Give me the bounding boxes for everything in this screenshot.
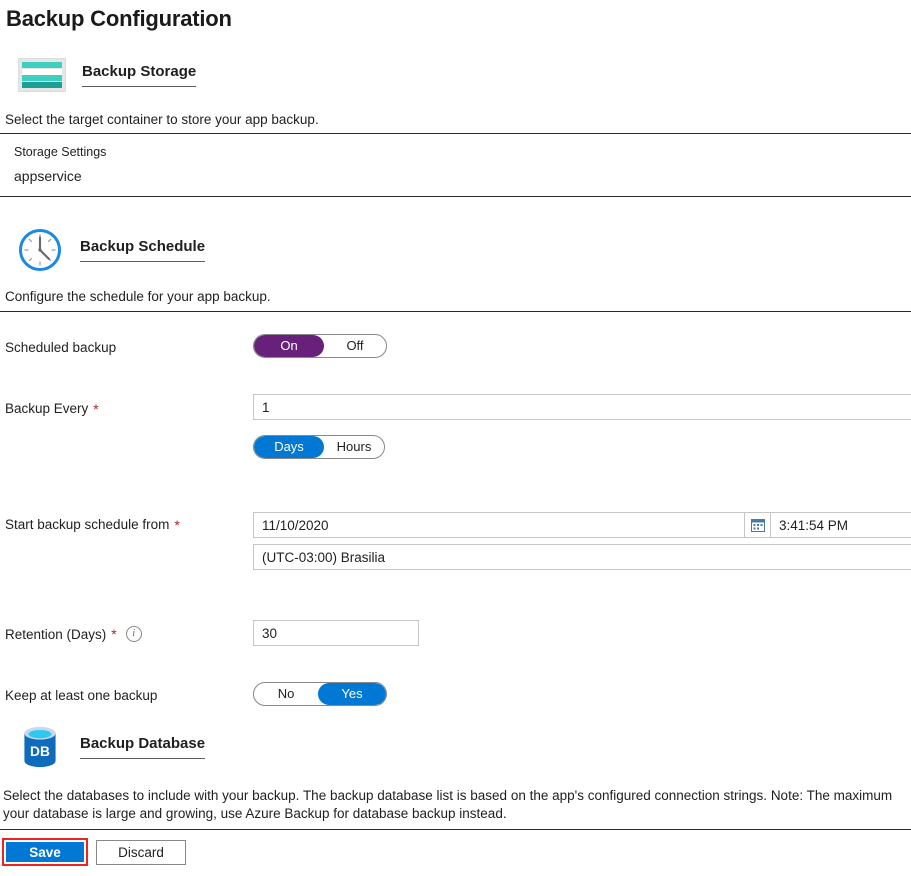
keep-one-backup-toggle[interactable]: No Yes bbox=[253, 682, 387, 706]
timezone-select[interactable]: (UTC-03:00) Brasilia bbox=[253, 544, 911, 570]
database-icon: DB bbox=[24, 726, 56, 768]
retention-input[interactable]: 30 bbox=[253, 620, 419, 646]
backup-database-header: DB Backup Database bbox=[18, 725, 206, 769]
calendar-icon bbox=[750, 519, 765, 532]
backup-every-option-days[interactable]: Days bbox=[254, 436, 324, 458]
divider-footer bbox=[0, 829, 911, 830]
backup-schedule-description: Configure the schedule for your app back… bbox=[5, 289, 271, 304]
calendar-icon-button[interactable] bbox=[745, 512, 771, 538]
retention-required-asterisk: * bbox=[111, 626, 117, 642]
backup-every-input[interactable]: 1 bbox=[253, 394, 911, 420]
scheduled-backup-label: Scheduled backup bbox=[5, 340, 116, 355]
start-date-value: 11/10/2020 bbox=[262, 517, 329, 533]
backup-every-label: Backup Every * bbox=[5, 401, 99, 416]
backup-schedule-heading: Backup Schedule bbox=[80, 238, 206, 262]
save-button-highlight: Save bbox=[2, 838, 88, 866]
backup-every-value: 1 bbox=[262, 399, 270, 415]
backup-every-label-text: Backup Every bbox=[5, 401, 89, 416]
keep-one-backup-label: Keep at least one backup bbox=[5, 688, 157, 703]
start-backup-schedule-label-text: Start backup schedule from bbox=[5, 517, 170, 532]
scheduled-backup-option-off[interactable]: Off bbox=[324, 335, 386, 357]
database-icon-text: DB bbox=[30, 744, 50, 759]
divider-storage-top bbox=[0, 133, 911, 134]
storage-settings-label: Storage Settings bbox=[14, 145, 107, 159]
divider-storage-bottom bbox=[0, 196, 911, 197]
info-icon[interactable]: i bbox=[125, 626, 142, 642]
backup-database-description-line1: Select the databases to include with you… bbox=[3, 788, 893, 803]
scheduled-backup-toggle[interactable]: On Off bbox=[253, 334, 387, 358]
storage-stack-icon bbox=[18, 58, 66, 92]
clock-icon bbox=[19, 229, 61, 271]
backup-every-option-hours[interactable]: Hours bbox=[324, 436, 384, 458]
page-title: Backup Configuration bbox=[6, 6, 232, 31]
retention-label: Retention (Days) * i bbox=[5, 626, 142, 642]
start-time-input[interactable]: 3:41:54 PM bbox=[770, 512, 911, 538]
backup-schedule-header: Backup Schedule bbox=[18, 228, 206, 272]
retention-value: 30 bbox=[262, 625, 278, 641]
keep-one-backup-label-text: Keep at least one backup bbox=[5, 688, 158, 703]
start-time-value: 3:41:54 PM bbox=[779, 517, 849, 533]
start-date-input[interactable]: 11/10/2020 bbox=[253, 512, 745, 538]
start-backup-schedule-label: Start backup schedule from * bbox=[5, 517, 180, 532]
backup-storage-header: Backup Storage bbox=[18, 58, 197, 92]
keep-one-backup-option-yes[interactable]: Yes bbox=[318, 683, 386, 705]
backup-storage-heading: Backup Storage bbox=[82, 63, 197, 87]
backup-every-required-asterisk: * bbox=[93, 400, 99, 417]
discard-button[interactable]: Discard bbox=[96, 840, 186, 865]
start-backup-schedule-required-asterisk: * bbox=[174, 516, 180, 533]
backup-database-heading: Backup Database bbox=[80, 735, 206, 759]
backup-database-description-line2: your database is large and growing, use … bbox=[3, 806, 507, 821]
backup-every-unit-toggle[interactable]: Days Hours bbox=[253, 435, 385, 459]
save-button[interactable]: Save bbox=[6, 842, 84, 862]
timezone-value: (UTC-03:00) Brasilia bbox=[262, 549, 386, 565]
scheduled-backup-label-text: Scheduled backup bbox=[5, 340, 117, 355]
backup-storage-description: Select the target container to store you… bbox=[5, 112, 319, 127]
keep-one-backup-option-no[interactable]: No bbox=[254, 683, 318, 705]
retention-label-text: Retention (Days) bbox=[5, 626, 107, 642]
scheduled-backup-option-on[interactable]: On bbox=[254, 335, 324, 357]
divider-schedule bbox=[0, 311, 911, 312]
storage-settings-value[interactable]: appservice bbox=[14, 168, 82, 184]
